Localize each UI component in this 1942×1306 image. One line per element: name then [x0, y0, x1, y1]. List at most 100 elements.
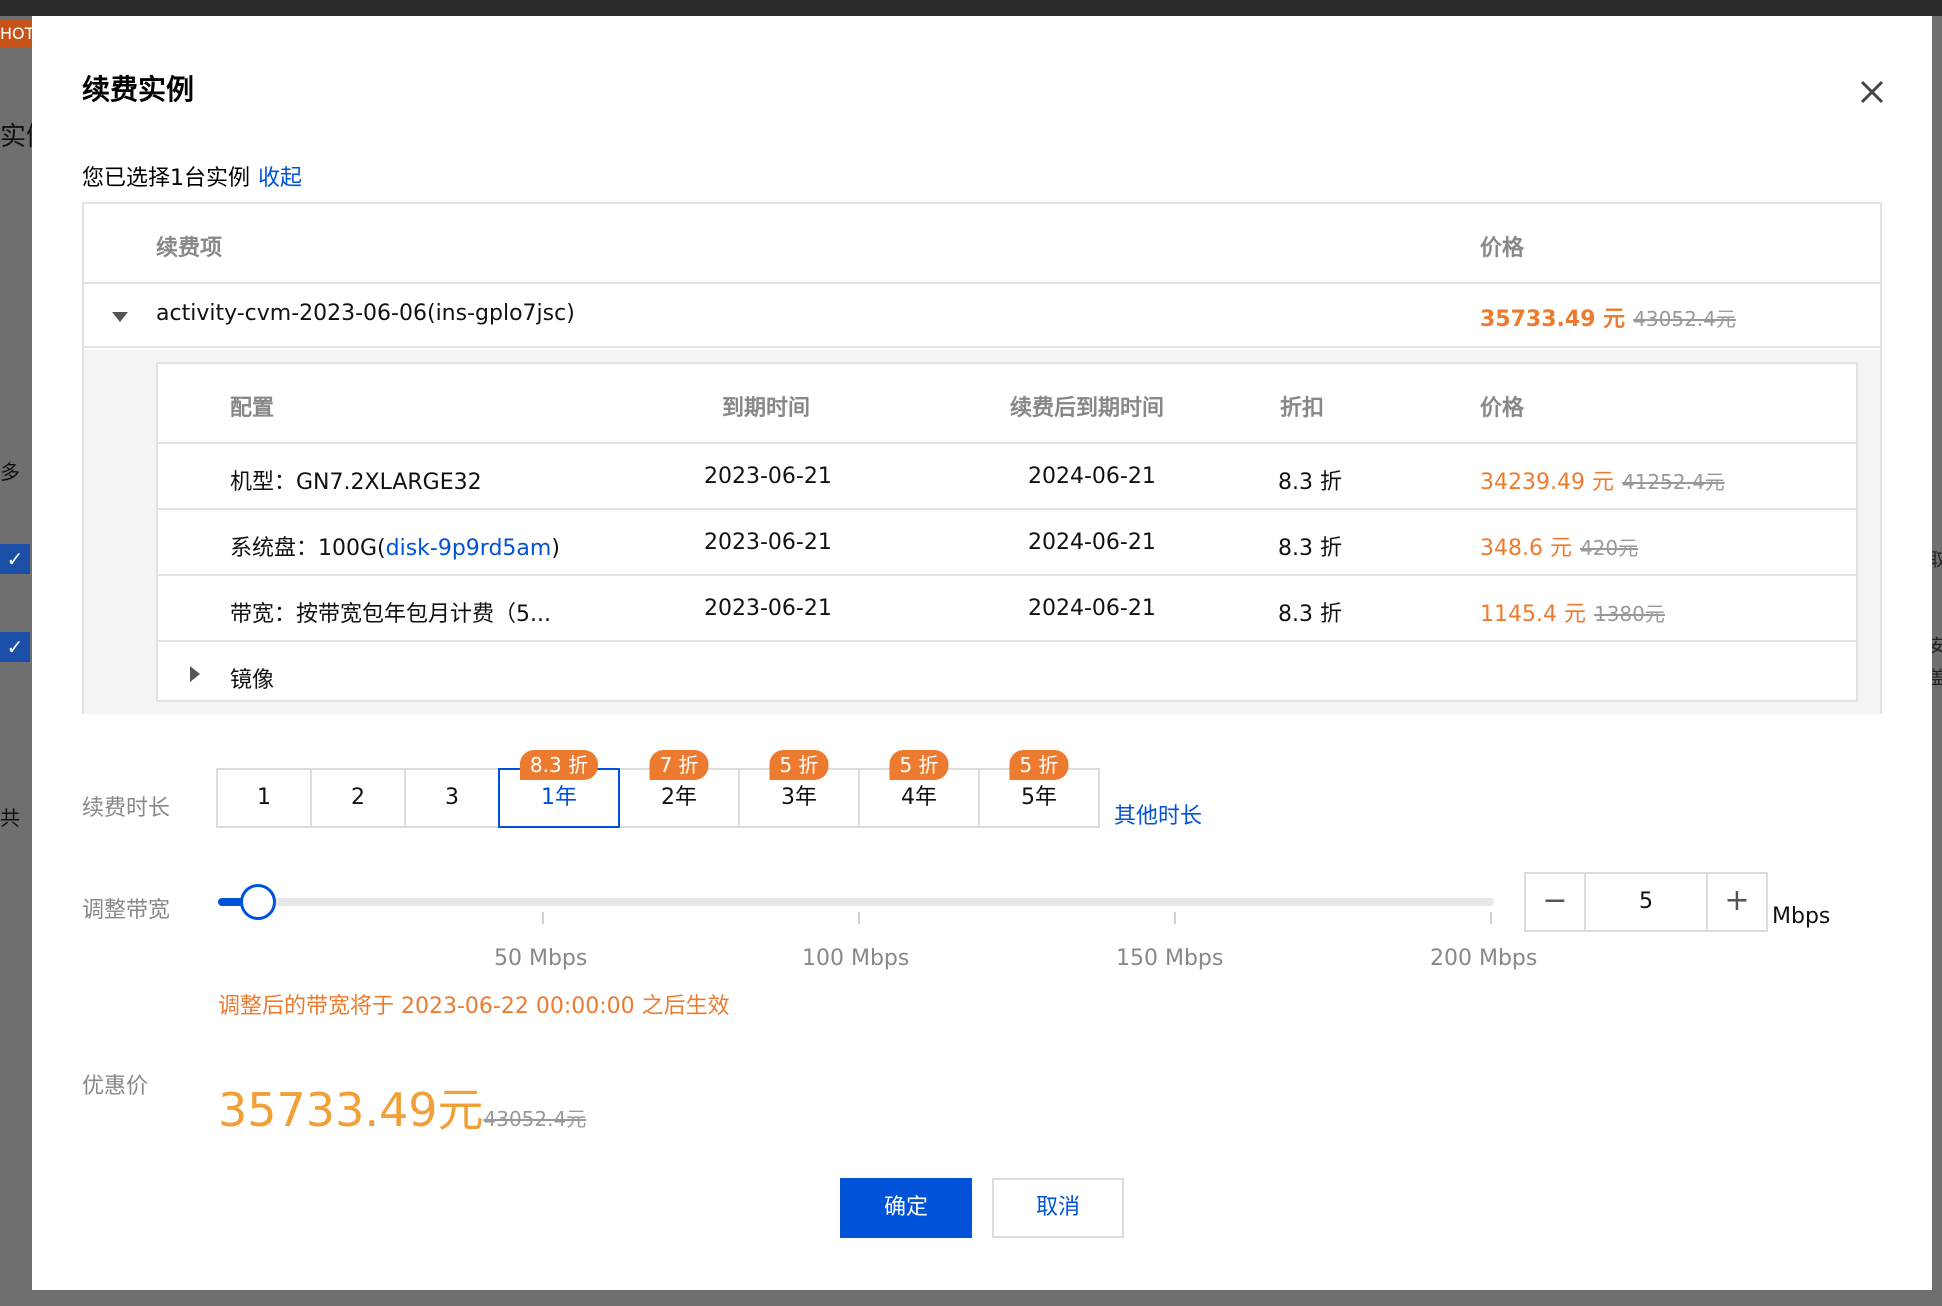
bandwidth-input[interactable]: 5 — [1586, 872, 1706, 932]
config-cell: 机型：GN7.2XLARGE32 — [230, 470, 482, 495]
selected-summary: 您已选择1台实例 收起 — [82, 160, 302, 192]
caret-down-icon[interactable] — [112, 312, 128, 322]
background-left-text: 实例 — [0, 122, 32, 152]
slider-tick — [858, 912, 860, 924]
price-cell: 34239.49 元 41252.4元 — [1480, 464, 1725, 496]
instance-detail-panel: 配置 到期时间 续费后到期时间 折扣 价格 机型：GN7.2XLARGE32 2… — [84, 350, 1880, 714]
bandwidth-slider-handle[interactable] — [239, 884, 276, 920]
background-topbar — [0, 0, 1942, 16]
background-left-text: 多 — [0, 460, 20, 484]
duration-option-3-year[interactable]: 5 折 3年 — [738, 750, 860, 828]
col-header-config: 配置 — [230, 396, 275, 421]
duration-option-1-year[interactable]: 8.3 折 1年 — [498, 750, 620, 828]
discount-cell: 8.3 折 — [1278, 536, 1342, 561]
cancel-button[interactable]: 取消 — [992, 1178, 1124, 1238]
col-header-price: 价格 — [1480, 396, 1525, 421]
new-expire-cell: 2024-06-21 — [1028, 596, 1156, 621]
orig-price: 420元 — [1579, 536, 1639, 560]
caret-right-icon[interactable] — [190, 666, 200, 682]
slider-tick — [542, 912, 544, 924]
bandwidth-label: 调整带宽 — [82, 898, 171, 923]
config-suffix: ) — [551, 536, 560, 561]
renew-items-table: 续费项 价格 activity-cvm-2023-06-06(ins-gplo7… — [82, 202, 1882, 714]
duration-option-4-year[interactable]: 5 折 4年 — [858, 750, 980, 828]
background-left-text: 共 — [0, 806, 20, 830]
table-header: 续费项 价格 — [84, 204, 1880, 284]
slider-mark-label: 50 Mbps — [494, 946, 588, 971]
close-icon[interactable] — [1852, 72, 1892, 112]
instance-orig-price: 43052.4元 — [1633, 307, 1736, 331]
bandwidth-slider-track[interactable] — [218, 898, 1494, 906]
config-prefix: 系统盘：100G( — [230, 536, 386, 561]
slider-mark-label: 100 Mbps — [802, 946, 910, 971]
instance-row[interactable]: activity-cvm-2023-06-06(ins-gplo7jsc) 35… — [84, 284, 1880, 348]
slider-mark-label: 150 Mbps — [1116, 946, 1224, 971]
duration-option-2[interactable]: 2 — [310, 768, 406, 828]
price-value: 348.6 元 — [1480, 536, 1572, 561]
total-price: 35733.49元43052.4元 — [218, 1074, 586, 1140]
config-detail-table: 配置 到期时间 续费后到期时间 折扣 价格 机型：GN7.2XLARGE32 2… — [156, 362, 1858, 702]
bandwidth-effective-note: 调整后的带宽将于 2023-06-22 00:00:00 之后生效 — [218, 994, 730, 1019]
duration-option-label: 3 — [445, 785, 459, 810]
duration-option-3[interactable]: 3 — [404, 768, 500, 828]
col-header-new-expire: 续费后到期时间 — [1010, 396, 1165, 421]
discount-badge: 5 折 — [889, 750, 949, 780]
decrease-button[interactable]: − — [1524, 872, 1586, 932]
detail-table-header: 配置 到期时间 续费后到期时间 折扣 价格 — [158, 364, 1856, 444]
col-header-expire: 到期时间 — [722, 396, 811, 421]
duration-option-label: 2 — [351, 785, 365, 810]
collapse-link[interactable]: 收起 — [258, 166, 302, 191]
other-duration-link[interactable]: 其他时长 — [1114, 798, 1202, 830]
table-row: 带宽：按带宽包年包月计费（5... 2023-06-21 2024-06-21 … — [158, 576, 1856, 642]
discount-badge: 7 折 — [649, 750, 709, 780]
config-cell: 带宽：按带宽包年包月计费（5... — [230, 602, 551, 627]
discount-badge: 8.3 折 — [519, 750, 599, 780]
orig-price: 41252.4元 — [1621, 470, 1725, 494]
expire-cell: 2023-06-21 — [704, 530, 832, 555]
duration-option-label: 2年 — [661, 785, 697, 810]
duration-option-label: 1 — [257, 785, 271, 810]
duration-label: 续费时长 — [82, 796, 171, 821]
background-checkbox: ✓ — [0, 632, 30, 662]
table-row: 机型：GN7.2XLARGE32 2023-06-21 2024-06-21 8… — [158, 444, 1856, 510]
instance-price-value: 35733.49 元 — [1480, 307, 1626, 332]
expire-cell: 2023-06-21 — [704, 596, 832, 621]
duration-option-5-year[interactable]: 5 折 5年 — [978, 750, 1100, 828]
confirm-button[interactable]: 确定 — [840, 1178, 972, 1238]
config-cell: 系统盘：100G(disk-9p9rd5am) — [230, 530, 560, 562]
price-value: 34239.49 元 — [1480, 470, 1614, 495]
col-header-item: 续费项 — [156, 236, 223, 261]
discount-badge: 5 折 — [1009, 750, 1069, 780]
duration-option-label: 5年 — [1021, 785, 1057, 810]
background-checkbox: ✓ — [0, 544, 30, 574]
table-row: 系统盘：100G(disk-9p9rd5am) 2023-06-21 2024-… — [158, 510, 1856, 576]
bandwidth-stepper: − 5 + — [1524, 872, 1768, 932]
renew-instance-dialog: 续费实例 您已选择1台实例 收起 续费项 价格 activity-cvm-2023… — [32, 16, 1932, 1290]
bandwidth-unit: Mbps — [1772, 904, 1831, 929]
expire-cell: 2023-06-21 — [704, 464, 832, 489]
total-label: 优惠价 — [82, 1074, 149, 1099]
selected-count-text: 您已选择1台实例 — [82, 166, 250, 191]
discount-badge: 5 折 — [769, 750, 829, 780]
slider-tick — [1490, 912, 1492, 924]
price-cell: 1145.4 元 1380元 — [1480, 596, 1665, 628]
duration-option-label: 1年 — [541, 785, 577, 810]
discount-cell: 8.3 折 — [1278, 470, 1342, 495]
background-hot-badge: HOT — [0, 20, 32, 48]
disk-link[interactable]: disk-9p9rd5am — [386, 536, 552, 561]
duration-option-1[interactable]: 1 — [216, 768, 312, 828]
total-price-value: 35733.49元 — [218, 1083, 484, 1137]
price-value: 1145.4 元 — [1480, 602, 1586, 627]
new-expire-cell: 2024-06-21 — [1028, 530, 1156, 555]
total-orig-price: 43052.4元 — [483, 1107, 587, 1131]
instance-price: 35733.49 元 43052.4元 — [1480, 301, 1736, 333]
instance-name: activity-cvm-2023-06-06(ins-gplo7jsc) — [156, 301, 575, 326]
new-expire-cell: 2024-06-21 — [1028, 464, 1156, 489]
duration-option-label: 3年 — [781, 785, 817, 810]
duration-option-2-year[interactable]: 7 折 2年 — [618, 750, 740, 828]
orig-price: 1380元 — [1593, 602, 1665, 626]
image-row[interactable]: 镜像 — [158, 642, 1856, 708]
col-header-discount: 折扣 — [1280, 396, 1325, 421]
dialog-title: 续费实例 — [82, 73, 195, 106]
increase-button[interactable]: + — [1706, 872, 1768, 932]
